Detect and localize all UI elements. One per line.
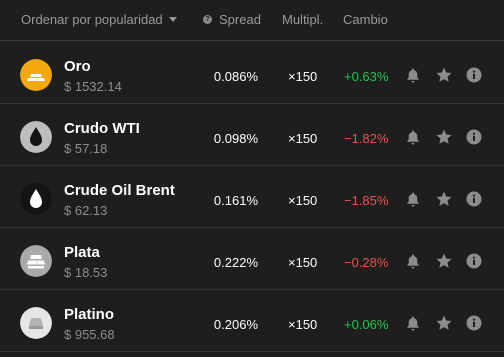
info-icon[interactable] bbox=[466, 315, 482, 331]
asset-multiplier: ×150 bbox=[288, 317, 318, 332]
asset-change: −1.85% bbox=[344, 193, 389, 208]
bell-icon[interactable] bbox=[405, 67, 421, 83]
asset-row-oro[interactable]: Oro $ 1532.14 0.086% ×150 +0.63% bbox=[0, 42, 504, 104]
asset-price: $ 955.68 bbox=[64, 327, 115, 342]
asset-row-platino[interactable]: Platino $ 955.68 0.206% ×150 +0.06% bbox=[0, 290, 504, 352]
asset-row-crudo-wti[interactable]: Crudo WTI $ 57.18 0.098% ×150 −1.82% bbox=[0, 104, 504, 166]
asset-multiplier: ×150 bbox=[288, 69, 318, 84]
info-icon[interactable] bbox=[466, 191, 482, 207]
multiplier-header: Multipl. bbox=[282, 12, 324, 27]
asset-name: Plata bbox=[64, 244, 100, 261]
info-icon[interactable] bbox=[466, 253, 482, 269]
asset-price: $ 1532.14 bbox=[64, 79, 122, 94]
asset-row-plata[interactable]: Plata $ 18.53 0.222% ×150 −0.28% bbox=[0, 228, 504, 290]
asset-name: Platino bbox=[64, 306, 115, 323]
asset-multiplier: ×150 bbox=[288, 131, 318, 146]
asset-multiplier: ×150 bbox=[288, 193, 318, 208]
asset-change: +0.06% bbox=[344, 317, 389, 332]
asset-change: −1.82% bbox=[344, 131, 389, 146]
bell-icon[interactable] bbox=[405, 191, 421, 207]
asset-spread: 0.206% bbox=[213, 317, 258, 332]
asset-spread: 0.161% bbox=[213, 193, 258, 208]
change-header: Cambio bbox=[343, 12, 388, 27]
asset-row-crude-oil-brent[interactable]: Crude Oil Brent $ 62.13 0.161% ×150 −1.8… bbox=[0, 166, 504, 228]
star-icon[interactable] bbox=[435, 66, 453, 84]
asset-spread: 0.222% bbox=[213, 255, 258, 270]
asset-price: $ 18.53 bbox=[64, 265, 108, 280]
asset-spread: 0.086% bbox=[213, 69, 258, 84]
star-icon[interactable] bbox=[435, 314, 453, 332]
asset-change: −0.28% bbox=[344, 255, 389, 270]
asset-price: $ 57.18 bbox=[64, 141, 108, 156]
silver-bars-icon bbox=[20, 245, 52, 277]
asset-spread: 0.098% bbox=[213, 131, 258, 146]
oil-drop-icon bbox=[20, 183, 52, 215]
bell-icon[interactable] bbox=[405, 253, 421, 269]
asset-name: Oro bbox=[64, 58, 91, 75]
info-icon[interactable] bbox=[466, 129, 482, 145]
spread-header: ? Spread bbox=[203, 12, 261, 27]
info-icon[interactable] bbox=[466, 67, 482, 83]
star-icon[interactable] bbox=[435, 128, 453, 146]
question-icon[interactable]: ? bbox=[203, 15, 212, 24]
asset-price: $ 62.13 bbox=[64, 203, 108, 218]
asset-name: Crudo WTI bbox=[64, 120, 140, 137]
spread-header-label: Spread bbox=[219, 12, 261, 27]
bell-icon[interactable] bbox=[405, 315, 421, 331]
star-icon[interactable] bbox=[435, 190, 453, 208]
star-icon[interactable] bbox=[435, 252, 453, 270]
asset-multiplier: ×150 bbox=[288, 255, 318, 270]
sort-label: Ordenar por popularidad bbox=[21, 12, 163, 27]
table-header: Ordenar por popularidad ? Spread Multipl… bbox=[0, 0, 504, 41]
sort-dropdown[interactable]: Ordenar por popularidad bbox=[21, 12, 177, 27]
asset-change: +0.63% bbox=[344, 69, 389, 84]
bell-icon[interactable] bbox=[405, 129, 421, 145]
gold-bars-icon bbox=[20, 59, 52, 91]
asset-name: Crude Oil Brent bbox=[64, 182, 175, 199]
platinum-bar-icon bbox=[20, 307, 52, 339]
caret-down-icon bbox=[168, 17, 177, 22]
oil-drop-icon bbox=[20, 121, 52, 153]
